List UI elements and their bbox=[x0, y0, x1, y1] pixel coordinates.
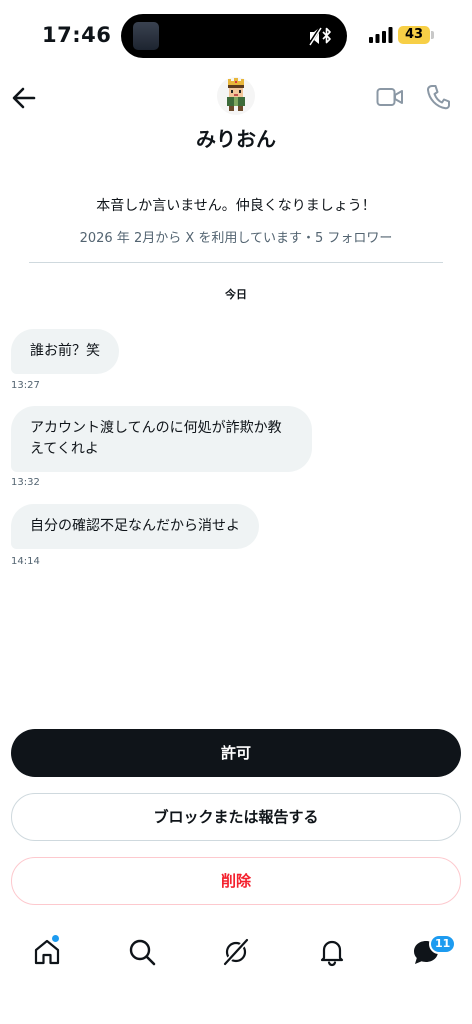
cellular-signal-icon bbox=[369, 27, 393, 43]
delete-button[interactable]: 削除 bbox=[11, 857, 461, 905]
avatar[interactable] bbox=[217, 77, 255, 115]
battery-indicator: 43 bbox=[398, 26, 430, 44]
now-playing-thumbnail bbox=[133, 22, 159, 50]
display-name: みりおん bbox=[196, 127, 276, 151]
status-time: 17:46 bbox=[42, 23, 112, 47]
status-bar: 17:46 43 bbox=[0, 0, 472, 70]
message-text: 誰お前？笑 bbox=[30, 343, 100, 359]
message-timestamp: 13:32 bbox=[11, 477, 40, 488]
speaker-muted-bluetooth-icon bbox=[309, 26, 331, 46]
home-icon[interactable] bbox=[32, 937, 62, 967]
profile-bio: 本音しか言いません。仲良くなりましょう！ bbox=[96, 198, 376, 214]
notifications-icon[interactable] bbox=[317, 937, 347, 967]
back-arrow-icon[interactable] bbox=[10, 84, 38, 112]
message-bubble[interactable]: 自分の確認不足なんだから消せよ bbox=[11, 504, 259, 549]
search-icon[interactable] bbox=[127, 937, 157, 967]
message-text: 自分の確認不足なんだから消せよ bbox=[30, 518, 240, 534]
home-notification-dot bbox=[52, 935, 59, 942]
grok-icon[interactable] bbox=[221, 937, 251, 967]
block-report-button[interactable]: ブロックまたは報告する bbox=[11, 793, 461, 841]
divider bbox=[29, 262, 443, 263]
message-text-line: アカウント渡してんのに何処が詐欺か教 bbox=[30, 420, 282, 436]
message-text-line: えてくれよ bbox=[30, 441, 99, 457]
message-bubble[interactable]: 誰お前？笑 bbox=[11, 329, 119, 374]
pixel-character-avatar bbox=[227, 78, 245, 111]
phone-icon[interactable] bbox=[426, 84, 450, 110]
dynamic-island bbox=[121, 14, 347, 58]
date-separator: 今日 bbox=[225, 288, 247, 301]
battery-tip bbox=[431, 31, 434, 39]
message-timestamp: 14:14 bbox=[11, 556, 40, 567]
message-timestamp: 13:27 bbox=[11, 380, 40, 391]
message-bubble[interactable]: アカウント渡してんのに何処が詐欺か教 えてくれよ bbox=[11, 406, 312, 472]
video-camera-icon[interactable] bbox=[376, 86, 404, 108]
messages-badge: 11 bbox=[429, 934, 457, 954]
profile-meta: 2026 年 2月から X を利用しています・5 フォロワー bbox=[79, 231, 393, 246]
allow-button[interactable]: 許可 bbox=[11, 729, 461, 777]
